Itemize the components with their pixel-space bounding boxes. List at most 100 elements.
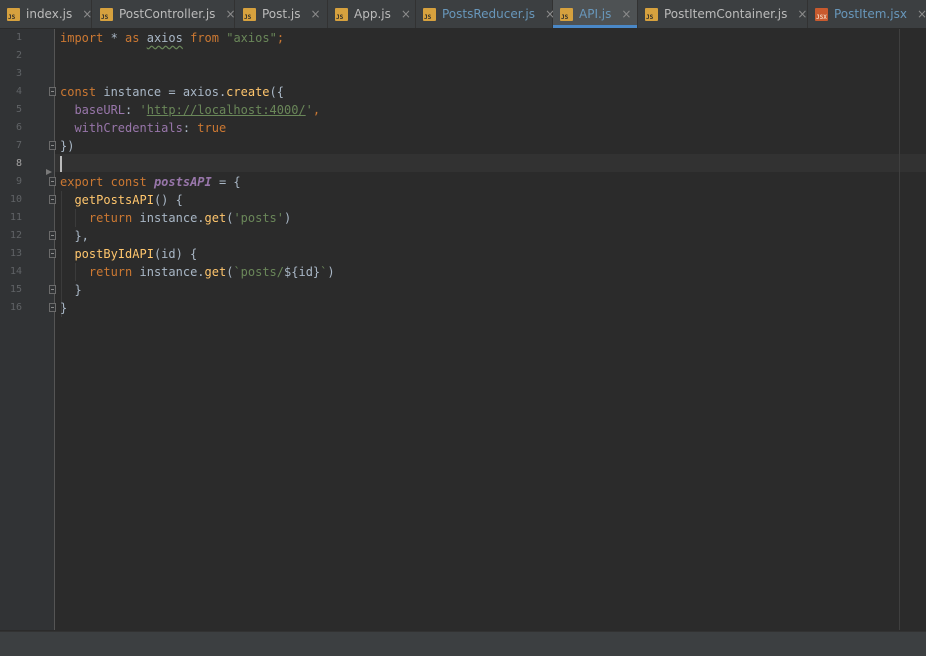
tab-postcontroller-js[interactable]: JS PostController.js × [93, 0, 236, 28]
close-tab-icon[interactable]: × [621, 7, 631, 21]
code-text: instance. [132, 211, 205, 225]
current-line-highlight [55, 154, 926, 172]
code-text: ) [284, 211, 292, 225]
fold-marker-icon[interactable] [49, 249, 56, 258]
string-literal: 'posts' [233, 211, 285, 225]
fold-marker-icon[interactable] [49, 195, 56, 204]
function-call: create [226, 85, 270, 99]
code-text: } [60, 301, 68, 315]
template-expression: ${id} [284, 265, 321, 279]
tab-index-js[interactable]: JS index.js × [0, 0, 92, 28]
js-file-icon: JS [100, 7, 113, 21]
fold-marker-icon[interactable] [49, 177, 56, 186]
code-line-11: return instance.get('posts') [60, 209, 291, 227]
status-bar [0, 631, 926, 656]
close-tab-icon[interactable]: × [401, 7, 411, 21]
js-file-icon: JS [335, 7, 348, 21]
keyword: true [197, 121, 227, 135]
code-text: ) [327, 265, 335, 279]
property-name: baseURL [74, 103, 126, 117]
code-line-9: export const postsAPI = { [60, 173, 241, 191]
keyword: return [88, 211, 133, 225]
keyword: import [60, 31, 104, 45]
tab-label: App.js [354, 7, 391, 21]
tab-postsreducer-js[interactable]: JS PostsReducer.js × [416, 0, 555, 28]
close-tab-icon[interactable]: × [797, 7, 807, 21]
code-text: : [182, 121, 198, 135]
identifier-warning: axios [146, 31, 183, 45]
tab-label: PostItem.jsx [834, 7, 907, 21]
code-editor[interactable]: 1 2 3 4 5 6 7 8 9 10 11 12 13 14 15 16 i… [0, 29, 926, 630]
tab-app-js[interactable]: JS App.js × [328, 0, 416, 28]
keyword: const [110, 175, 147, 189]
fold-marker-icon[interactable] [49, 231, 56, 240]
code-line-15: } [60, 281, 82, 299]
exported-constant: postsAPI [153, 175, 212, 189]
code-text: instance = axios. [96, 85, 227, 99]
code-line-5: baseURL: 'http://localhost:4000/', [60, 101, 320, 119]
line-number: 10 [9, 194, 22, 205]
code-line-14: return instance.get(`posts/${id}`) [60, 263, 335, 281]
line-number: 12 [9, 230, 22, 241]
punctuation: , [312, 103, 321, 117]
function-call: get [204, 211, 227, 225]
tab-label: index.js [26, 7, 73, 21]
text-cursor [60, 156, 62, 172]
close-tab-icon[interactable]: × [225, 7, 235, 21]
keyword: as [125, 31, 140, 45]
code-text: ({ [269, 85, 284, 99]
code-line-10: getPostsAPI() { [60, 191, 183, 209]
code-text: } [60, 283, 82, 297]
code-text: }, [60, 229, 89, 243]
tab-api-js[interactable]: JS API.js × [553, 0, 638, 28]
line-number: 6 [15, 122, 22, 133]
punctuation: ; [276, 31, 285, 45]
close-tab-icon[interactable]: × [311, 7, 321, 21]
fold-marker-icon[interactable] [49, 303, 56, 312]
template-string: `posts/ [233, 265, 285, 279]
line-number: 15 [9, 284, 22, 295]
fold-marker-icon[interactable] [49, 87, 56, 96]
code-line-16: } [60, 299, 67, 317]
js-file-icon: JS [243, 7, 256, 21]
string-literal: "axios" [226, 31, 277, 45]
js-file-icon: JS [423, 7, 436, 21]
code-line-1: import * as axios from "axios"; [60, 29, 284, 47]
close-tab-icon[interactable]: × [917, 7, 926, 21]
code-text: : [125, 103, 140, 117]
line-number: 1 [15, 32, 22, 43]
string-quote: ' [305, 103, 313, 117]
tab-label: PostController.js [119, 7, 216, 21]
keyword: from [190, 31, 219, 45]
fold-marker-icon[interactable] [49, 285, 56, 294]
code-line-13: postByIdAPI(id) { [60, 245, 197, 263]
code-line-12: }, [60, 227, 89, 245]
url-link[interactable]: http://localhost:4000/ [147, 103, 306, 117]
line-number-gutter: 1 2 3 4 5 6 7 8 9 10 11 12 13 14 15 16 [0, 29, 56, 630]
property-name: withCredentials [74, 121, 183, 135]
js-file-icon: JS [7, 7, 20, 21]
code-text: () { [153, 193, 183, 207]
tab-postitem-jsx[interactable]: JSX PostItem.jsx × [808, 0, 926, 28]
tab-label: PostItemContainer.js [664, 7, 788, 21]
string-quote: ' [139, 103, 147, 117]
line-number: 11 [9, 212, 22, 223]
tab-postitemcontainer-js[interactable]: JS PostItemContainer.js × [638, 0, 808, 28]
js-file-icon: JS [645, 7, 658, 21]
code-text: (id) { [153, 247, 198, 261]
method-name: postByIdAPI [74, 247, 154, 261]
line-number: 13 [9, 248, 22, 259]
code-text: * [103, 31, 126, 45]
bookmark-arrow-icon[interactable] [46, 169, 52, 175]
code-line-7: }) [60, 137, 74, 155]
fold-marker-icon[interactable] [49, 141, 56, 150]
close-tab-icon[interactable]: × [82, 7, 92, 21]
code-line-6: withCredentials: true [60, 119, 226, 137]
tab-post-js[interactable]: JS Post.js × [236, 0, 328, 28]
